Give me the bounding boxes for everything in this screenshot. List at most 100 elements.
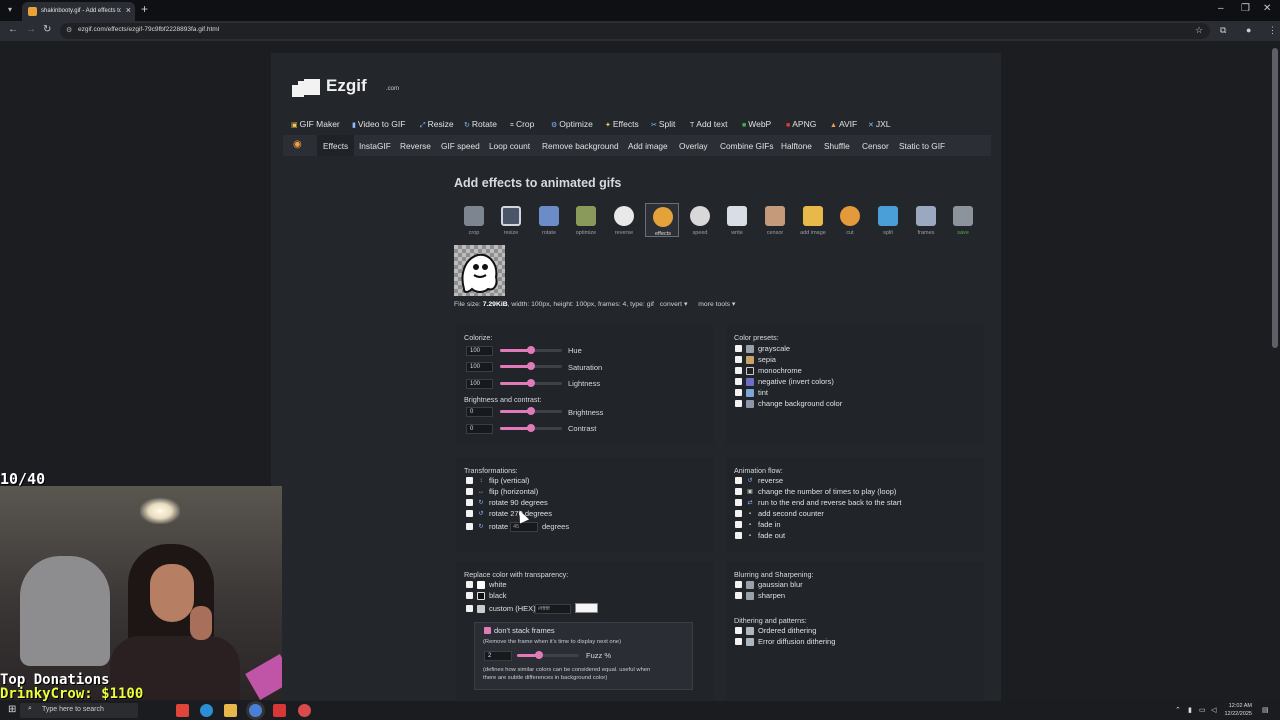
- restore-icon[interactable]: ❐: [1241, 3, 1250, 14]
- checkbox-checked[interactable]: [484, 627, 491, 634]
- checkbox[interactable]: [735, 638, 742, 645]
- tool-optimize[interactable]: optimize: [569, 203, 603, 237]
- lightness-slider[interactable]: [500, 378, 562, 388]
- subnav-overlay[interactable]: Overlay: [679, 141, 708, 151]
- checkbox[interactable]: [735, 389, 742, 396]
- tool-rotate[interactable]: rotate: [532, 203, 566, 237]
- profile-icon[interactable]: ●: [1246, 25, 1251, 35]
- nav-rotate[interactable]: ↻ Rotate: [464, 119, 497, 129]
- subnav-effects[interactable]: Effects: [317, 135, 355, 156]
- checkbox[interactable]: [466, 477, 473, 484]
- tool-add-image[interactable]: add image: [796, 203, 830, 237]
- fuzz-input[interactable]: 2: [484, 651, 512, 661]
- more-tools-dropdown[interactable]: more tools ▾: [698, 301, 735, 308]
- windows-start-icon[interactable]: ⊞: [8, 704, 16, 715]
- checkbox[interactable]: [735, 345, 742, 352]
- browser-menu-icon[interactable]: ⋮: [1268, 25, 1277, 36]
- back-icon[interactable]: ←: [8, 24, 18, 35]
- tool-cut[interactable]: cut: [833, 203, 867, 237]
- file-explorer-icon[interactable]: [224, 704, 237, 717]
- tray-chevron-icon[interactable]: ⌃: [1175, 706, 1181, 714]
- bookmark-star-icon[interactable]: ☆: [1195, 25, 1203, 36]
- fuzz-slider[interactable]: [517, 650, 579, 660]
- checkbox[interactable]: [735, 378, 742, 385]
- checkbox[interactable]: [735, 627, 742, 634]
- chrome-icon[interactable]: [249, 704, 262, 717]
- checkbox[interactable]: [466, 581, 473, 588]
- checkbox[interactable]: [466, 510, 473, 517]
- checkbox[interactable]: [466, 523, 473, 530]
- lightness-input[interactable]: 100: [466, 379, 493, 389]
- checkbox[interactable]: [735, 400, 742, 407]
- subnav-halftone[interactable]: Halftone: [781, 141, 812, 151]
- hue-slider[interactable]: [500, 345, 562, 355]
- volume-icon[interactable]: ◁: [1211, 706, 1216, 714]
- contrast-slider[interactable]: [500, 423, 562, 433]
- replace-custom-option[interactable]: custom (HEX):: [466, 604, 538, 614]
- subnav-censor[interactable]: Censor: [862, 141, 889, 151]
- mic-icon[interactable]: ▮: [1188, 706, 1192, 714]
- app-icon-3[interactable]: [298, 704, 311, 717]
- checkbox[interactable]: [466, 499, 473, 506]
- tab-search-icon[interactable]: ▾: [4, 4, 16, 16]
- nav-gif-maker[interactable]: ▣ GIF Maker: [291, 119, 340, 129]
- hex-color-input[interactable]: #ffffff: [535, 604, 571, 614]
- tab-close-icon[interactable]: ×: [126, 5, 131, 15]
- display-icon[interactable]: ▭: [1199, 706, 1206, 714]
- nav-apng[interactable]: ■ APNG: [786, 119, 816, 129]
- color-picker[interactable]: [575, 603, 598, 613]
- checkbox[interactable]: [466, 605, 473, 612]
- tool-censor[interactable]: censor: [758, 203, 792, 237]
- notification-icon[interactable]: ▤: [1262, 706, 1269, 714]
- tool-split[interactable]: split: [871, 203, 905, 237]
- checkbox[interactable]: [466, 592, 473, 599]
- taskbar-search[interactable]: ⌕ Type here to search: [20, 703, 138, 718]
- tool-effects[interactable]: effects: [645, 203, 679, 237]
- checkbox[interactable]: [735, 521, 742, 528]
- nav-video-to-gif[interactable]: ▮ Video to GIF: [352, 119, 405, 129]
- nav-add-text[interactable]: T Add text: [690, 119, 727, 129]
- rotate-degrees-input[interactable]: 45: [510, 522, 538, 532]
- nav-optimize[interactable]: ⚙ Optimize: [551, 119, 593, 129]
- edge-icon[interactable]: [200, 704, 213, 717]
- contrast-input[interactable]: 0: [466, 424, 493, 434]
- ezgif-logo[interactable]: Ezgif .com: [292, 74, 402, 102]
- nav-avif[interactable]: ▲ AVIF: [830, 119, 857, 129]
- checkbox[interactable]: [466, 488, 473, 495]
- nav-resize[interactable]: ⤢ Resize: [420, 119, 454, 130]
- checkbox[interactable]: [735, 532, 742, 539]
- subnav-gif-speed[interactable]: GIF speed: [441, 141, 480, 151]
- tool-write[interactable]: write: [720, 203, 754, 237]
- tool-reverse[interactable]: reverse: [607, 203, 641, 237]
- new-tab-icon[interactable]: +: [141, 2, 148, 16]
- taskbar-clock[interactable]: 12:02 AM 12/22/2025: [1224, 702, 1252, 718]
- convert-dropdown[interactable]: convert ▾: [660, 301, 688, 308]
- subnav-loop-count[interactable]: Loop count: [489, 141, 530, 151]
- brightness-slider[interactable]: [500, 406, 562, 416]
- window-close-icon[interactable]: ✕: [1263, 3, 1271, 14]
- checkbox[interactable]: [735, 477, 742, 484]
- subnav-combine-gifs[interactable]: Combine GIFs: [720, 141, 773, 151]
- tool-speed[interactable]: speed: [683, 203, 717, 237]
- checkbox[interactable]: [735, 356, 742, 363]
- tool-crop[interactable]: crop: [457, 203, 491, 237]
- checkbox[interactable]: [735, 488, 742, 495]
- subnav-add-image[interactable]: Add image: [628, 141, 668, 151]
- forward-icon[interactable]: →: [26, 24, 36, 35]
- app-icon-1[interactable]: [176, 704, 189, 717]
- minimize-icon[interactable]: –: [1218, 3, 1224, 14]
- hue-input[interactable]: 100: [466, 346, 493, 356]
- saturation-input[interactable]: 100: [466, 362, 493, 372]
- tool-resize[interactable]: resize: [494, 203, 528, 237]
- nav-jxl[interactable]: ✕ JXL: [868, 119, 891, 129]
- checkbox[interactable]: [735, 581, 742, 588]
- nav-split[interactable]: ✂ Split: [651, 119, 675, 129]
- subnav-static-to-gif[interactable]: Static to GIF: [899, 141, 945, 151]
- extensions-icon[interactable]: ⧉: [1220, 25, 1226, 36]
- checkbox[interactable]: [735, 510, 742, 517]
- nav-effects[interactable]: ✦ Effects: [605, 119, 639, 129]
- url-field[interactable]: ⚙ ezgif.com/effects/ezgif-79c9fbf2228893…: [60, 23, 1210, 39]
- site-info-icon[interactable]: ⚙: [66, 26, 72, 34]
- subnav-remove-background[interactable]: Remove background: [542, 141, 619, 151]
- checkbox[interactable]: [735, 499, 742, 506]
